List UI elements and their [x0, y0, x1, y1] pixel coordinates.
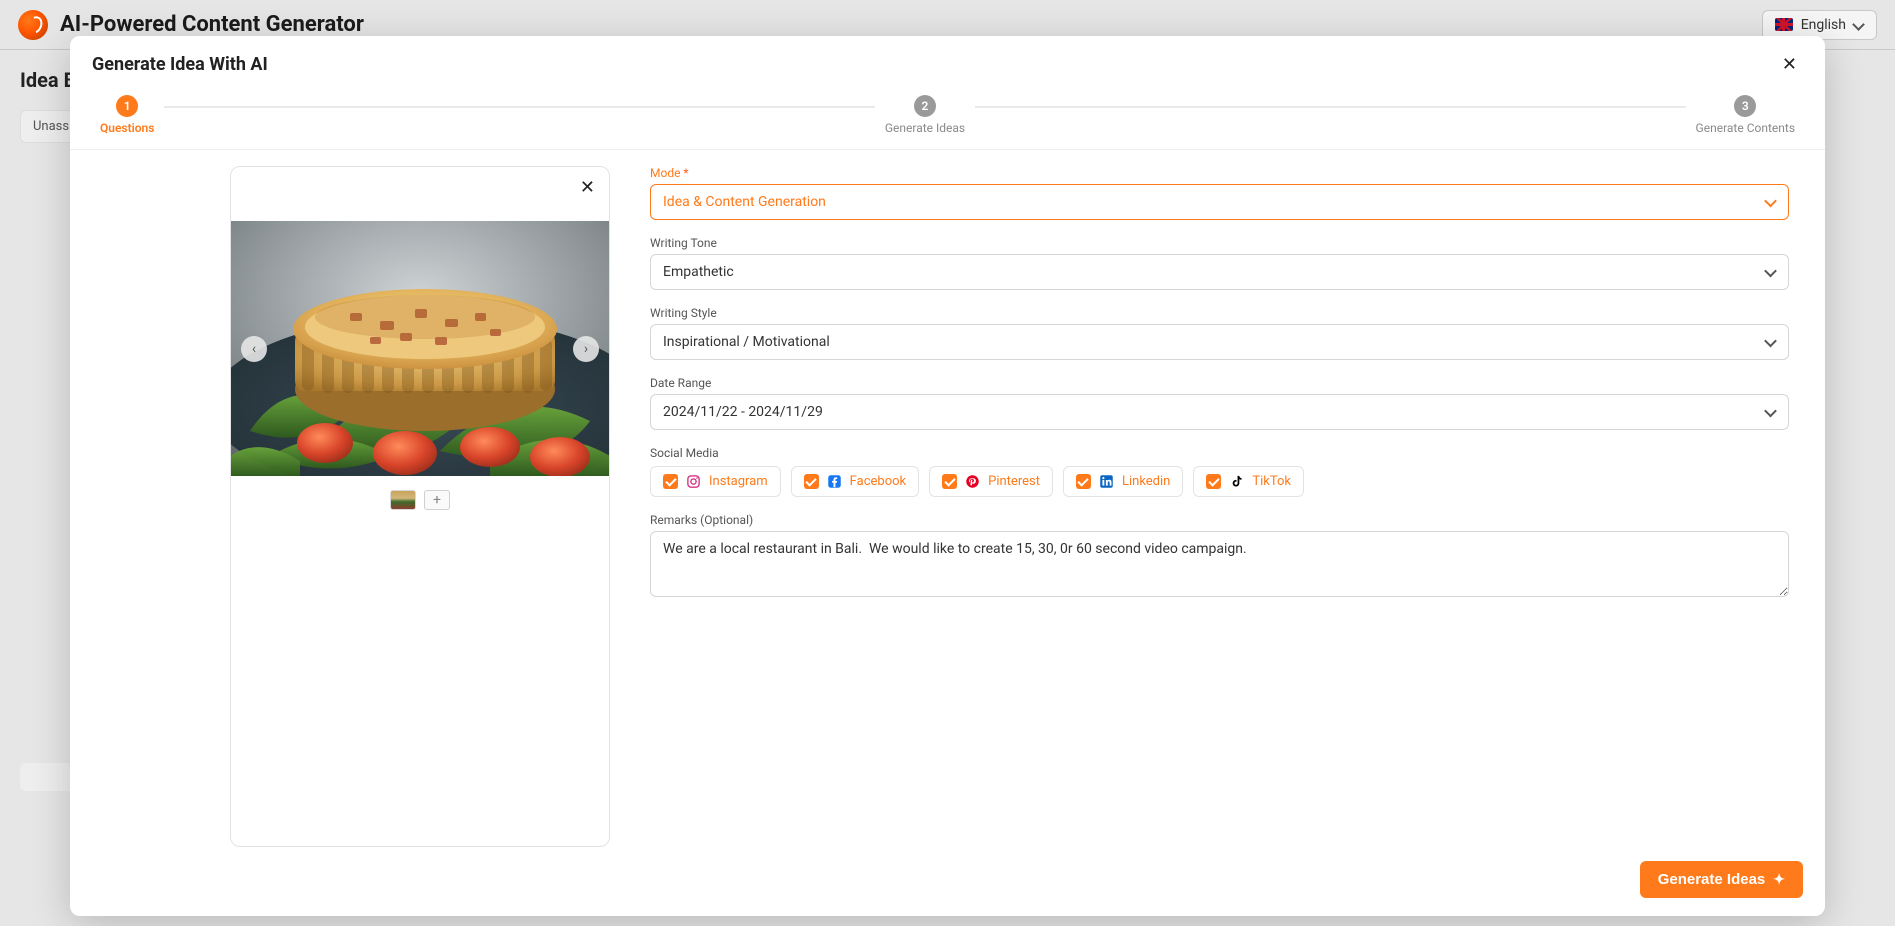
thumbnail-row: +: [231, 490, 609, 510]
language-select[interactable]: English: [1762, 10, 1877, 40]
carousel-next-icon[interactable]: ›: [573, 336, 599, 362]
mode-field: Mode Idea & Content Generation: [650, 166, 1789, 220]
social-media-label: Social Media: [650, 446, 1789, 460]
step-generate-contents[interactable]: 3 Generate Contents: [1696, 95, 1795, 135]
mode-value: Idea & Content Generation: [663, 194, 826, 210]
linkedin-icon: [1099, 474, 1114, 489]
social-chip-tiktok[interactable]: TikTok: [1193, 466, 1304, 497]
modal-header: Generate Idea With AI ✕: [70, 36, 1825, 89]
social-chip-pinterest[interactable]: Pinterest: [929, 466, 1053, 497]
generate-ideas-label: Generate Ideas: [1658, 871, 1766, 888]
step-badge: 1: [116, 95, 138, 117]
remarks-field: Remarks (Optional): [650, 513, 1789, 601]
remarks-input[interactable]: [650, 531, 1789, 597]
checkbox-checked-icon: [1076, 474, 1091, 489]
language-label: English: [1801, 17, 1846, 33]
thumbnail-selected[interactable]: [390, 490, 416, 510]
tone-value: Empathetic: [663, 264, 734, 280]
add-thumbnail-button[interactable]: +: [424, 490, 450, 510]
pinterest-icon: [965, 474, 980, 489]
step-generate-ideas[interactable]: 2 Generate Ideas: [885, 95, 965, 135]
social-chip-facebook[interactable]: Facebook: [791, 466, 919, 497]
date-range-value: 2024/11/22 - 2024/11/29: [663, 404, 823, 420]
step-label: Generate Ideas: [885, 121, 965, 135]
app-logo-icon: [18, 10, 48, 40]
modal-body: ✕ ‹: [70, 150, 1825, 847]
chevron-down-icon: [1854, 20, 1864, 30]
checkbox-checked-icon: [1206, 474, 1221, 489]
flag-uk-icon: [1775, 18, 1793, 31]
left-pane: ✕ ‹: [100, 166, 610, 847]
image-upload-card: ✕ ‹: [230, 166, 610, 847]
social-label: Linkedin: [1122, 474, 1170, 489]
step-badge: 2: [914, 95, 936, 117]
tiktok-icon: [1229, 474, 1244, 489]
social-chip-instagram[interactable]: Instagram: [650, 466, 781, 497]
style-value: Inspirational / Motivational: [663, 334, 830, 350]
remarks-label: Remarks (Optional): [650, 513, 1789, 527]
social-media-field: Social Media Instagram F: [650, 446, 1789, 497]
style-field: Writing Style Inspirational / Motivation…: [650, 306, 1789, 360]
generate-ideas-button[interactable]: Generate Ideas ✦: [1640, 861, 1803, 898]
chevron-down-icon: [1766, 337, 1776, 347]
chevron-down-icon: [1766, 407, 1776, 417]
app-header-left: AI-Powered Content Generator: [18, 10, 364, 40]
uploaded-image: [231, 221, 609, 476]
step-label: Generate Contents: [1696, 121, 1795, 135]
sparkle-icon: ✦: [1773, 871, 1785, 888]
chevron-down-icon: [1766, 267, 1776, 277]
facebook-icon: [827, 474, 842, 489]
checkbox-checked-icon: [804, 474, 819, 489]
checkbox-checked-icon: [942, 474, 957, 489]
step-line: [975, 106, 1685, 108]
generate-idea-modal: Generate Idea With AI ✕ 1 Questions 2 Ge…: [70, 36, 1825, 916]
social-chip-linkedin[interactable]: Linkedin: [1063, 466, 1183, 497]
tone-select[interactable]: Empathetic: [650, 254, 1789, 290]
modal-footer: Generate Ideas ✦: [70, 847, 1825, 916]
instagram-icon: [686, 474, 701, 489]
social-label: Facebook: [850, 474, 906, 489]
checkbox-checked-icon: [663, 474, 678, 489]
remove-image-icon[interactable]: ✕: [580, 177, 595, 198]
style-select[interactable]: Inspirational / Motivational: [650, 324, 1789, 360]
image-carousel: ‹: [231, 221, 609, 476]
style-label: Writing Style: [650, 306, 1789, 320]
mode-label: Mode: [650, 166, 1789, 180]
tone-label: Writing Tone: [650, 236, 1789, 250]
date-range-select[interactable]: 2024/11/22 - 2024/11/29: [650, 394, 1789, 430]
modal-title: Generate Idea With AI: [92, 54, 268, 75]
carousel-prev-icon[interactable]: ‹: [241, 336, 267, 362]
social-label: TikTok: [1252, 474, 1291, 489]
form-pane: Mode Idea & Content Generation Writing T…: [650, 166, 1795, 847]
date-range-label: Date Range: [650, 376, 1789, 390]
social-label: Pinterest: [988, 474, 1040, 489]
date-range-field: Date Range 2024/11/22 - 2024/11/29: [650, 376, 1789, 430]
chevron-down-icon: [1766, 197, 1776, 207]
stepper: 1 Questions 2 Generate Ideas 3 Generate …: [70, 89, 1825, 150]
app-title: AI-Powered Content Generator: [60, 12, 364, 37]
step-line: [164, 106, 874, 108]
social-media-row: Instagram Facebook Pin: [650, 466, 1789, 497]
step-questions[interactable]: 1 Questions: [100, 95, 154, 135]
mode-select[interactable]: Idea & Content Generation: [650, 184, 1789, 220]
tone-field: Writing Tone Empathetic: [650, 236, 1789, 290]
social-label: Instagram: [709, 474, 768, 489]
close-icon[interactable]: ✕: [1776, 50, 1803, 79]
step-badge: 3: [1734, 95, 1756, 117]
step-label: Questions: [100, 121, 154, 135]
